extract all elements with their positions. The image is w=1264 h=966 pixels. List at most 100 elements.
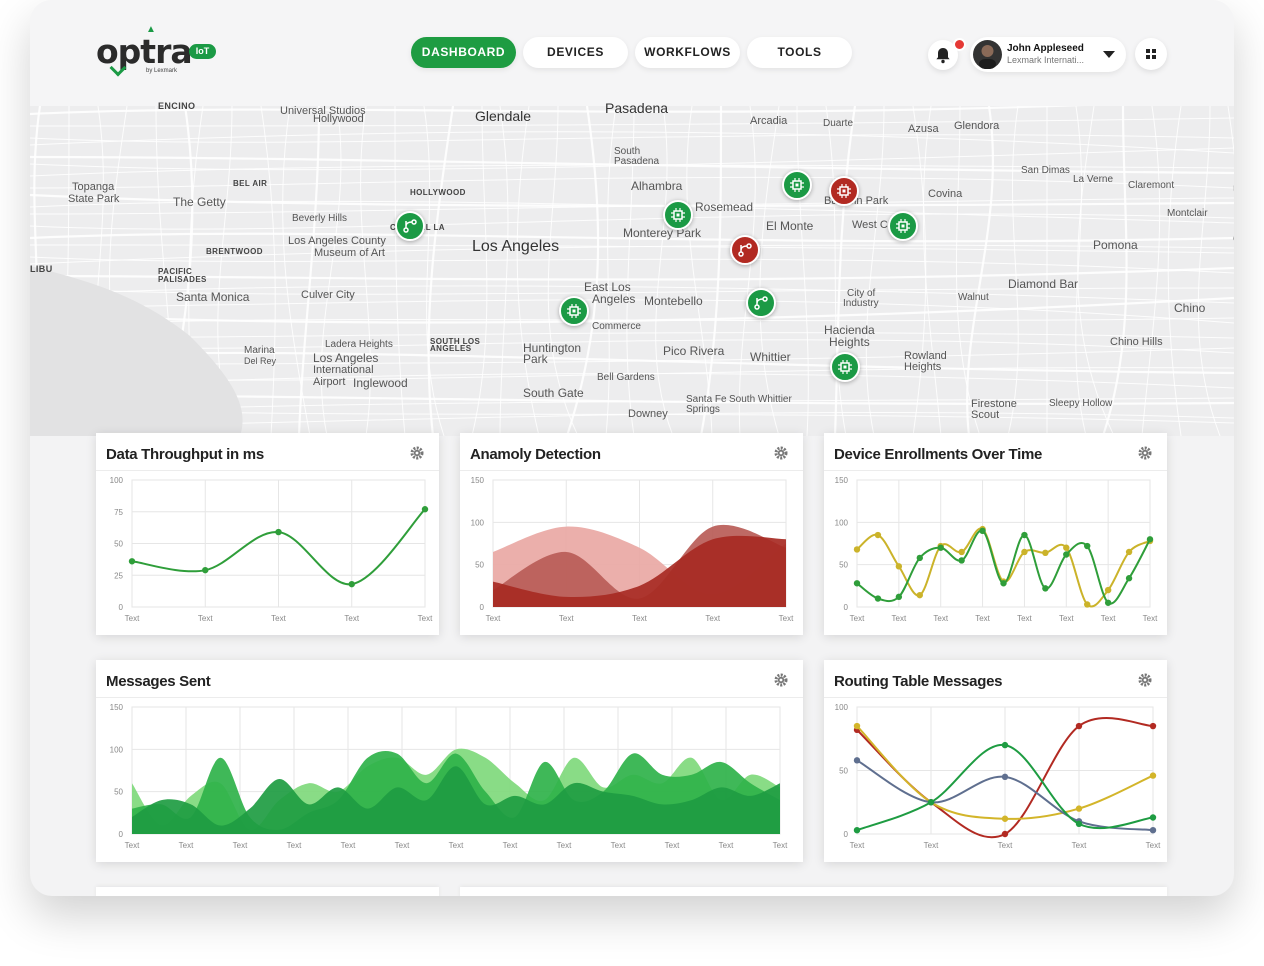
data-point [275,528,282,536]
map-place-label: Culver City [301,289,355,301]
x-tick-label: Text [1143,614,1158,623]
map-road [30,117,1234,127]
map-road [912,106,927,436]
data-point [128,558,136,565]
y-tick-label: 0 [119,603,124,612]
data-point [874,595,882,602]
data-point [1149,826,1157,834]
gateway-marker[interactable] [746,288,776,318]
map-place-label: Commerce [592,321,641,332]
nav-tab-dashboard[interactable]: DASHBOARD [411,37,516,68]
card-divider [824,470,1167,471]
y-tick-label: 150 [110,703,124,712]
data-point [1063,544,1070,551]
map-place-label: Glendora [954,120,1000,132]
x-tick-label: Text [933,614,948,623]
card-title: Anamoly Detection [470,446,601,463]
map-road [738,106,756,436]
map-place-label: Whittier [750,350,791,364]
map-place-label: Scout [971,409,1000,421]
data-point [1042,585,1049,592]
card-divider [824,697,1167,698]
chip-icon [838,360,852,374]
map-road [699,106,723,436]
top-navigation-bar: ▲ optra IoT by Lexmark DASHBOARD DEVICES… [30,0,1234,106]
data-point [421,506,429,513]
nav-tab-tools[interactable]: TOOLS [747,37,852,68]
map-place-label: Montebello [644,294,703,308]
card-anomaly-detection: 0 50 100 150 Text Text Text Text Text Anamoly De… [460,433,803,635]
y-tick-label: 100 [835,518,849,527]
map-place-label: ENCINO [158,101,196,111]
grid-icon [1146,49,1156,59]
x-tick-label: Text [557,841,572,850]
x-tick-label: Text [287,841,302,850]
card-title: Routing Table Messages [834,673,1003,690]
device-marker[interactable] [663,200,693,230]
y-tick-label: 100 [110,476,124,485]
map-road [30,256,1234,274]
map-road [471,106,488,436]
data-point [1021,548,1028,556]
apps-grid-button[interactable] [1135,38,1167,70]
y-tick-label: 150 [835,476,849,485]
map-place-label: Del Rey [244,356,277,366]
data-point [958,548,965,556]
device-marker[interactable] [830,352,860,382]
map-place-label: Santa Monica [176,290,250,304]
data-point [1149,814,1157,821]
device-marker[interactable] [782,170,812,200]
card-device-enrollments: 0 50 100 150 Text Text Text Text Text Text Text Tex… [824,433,1167,635]
gear-icon[interactable] [774,673,788,687]
map-place-label: Glendale [475,108,532,124]
x-tick-label: Text [344,614,359,623]
map-place-label: BEL AIR [233,179,268,188]
y-tick-label: 50 [114,788,123,797]
nav-tab-devices[interactable]: DEVICES [523,37,628,68]
gear-icon[interactable] [410,446,424,460]
logo-wordmark: optra [96,32,193,71]
gear-icon[interactable] [774,446,788,460]
chevron-down-icon[interactable] [1103,51,1115,58]
x-tick-label: Text [233,841,248,850]
x-tick-label: Text [998,841,1013,850]
card-data-throughput: 0 25 50 75 100 Text Text Text Text Text Data Thro… [96,433,439,635]
map-place-label: Montclair [1167,208,1208,219]
map-road [260,106,276,436]
nav-tab-workflows[interactable]: WORKFLOWS [635,37,740,68]
data-point [1001,815,1009,822]
map-place-label: Alhambra [631,179,683,193]
y-tick-label: 50 [475,561,484,570]
card-divider [96,697,803,698]
map-place-label: Covina [928,188,963,200]
data-point [202,566,209,574]
data-point [1149,772,1157,779]
device-marker[interactable] [829,176,859,206]
gear-icon[interactable] [1138,446,1152,460]
data-point [853,826,861,834]
map-place-label: Los Angeles [313,351,379,365]
x-tick-label: Text [198,614,213,623]
data-point [853,546,861,553]
x-tick-label: Text [125,841,140,850]
user-menu[interactable]: John Appleseed Lexmark Internati... [970,37,1126,72]
device-marker[interactable] [559,296,589,326]
map-place-label: Sleepy Hollow [1049,398,1113,409]
device-marker[interactable] [888,211,918,241]
gear-icon[interactable] [1138,673,1152,687]
map-place-label: Topanga [72,181,115,193]
device-map[interactable]: Glendale Pasadena Arcadia Duarte Azusa Glendo… [30,100,1234,436]
chip-icon [837,184,851,198]
y-tick-label: 75 [114,508,123,517]
device-enrollments-chart: 0 50 100 150 Text Text Text Text Text Text Text Tex… [835,476,1158,623]
map-place-label: La Verne [1073,174,1114,185]
map-road [796,106,809,436]
data-point [916,591,923,599]
map-place-label: Pomona [1093,238,1138,252]
gateway-marker[interactable] [395,211,425,241]
data-point [1084,601,1091,608]
data-point [1075,805,1083,812]
map-place-label: ANGELES [430,344,472,353]
data-point [1075,820,1083,828]
gateway-marker[interactable] [730,235,760,265]
